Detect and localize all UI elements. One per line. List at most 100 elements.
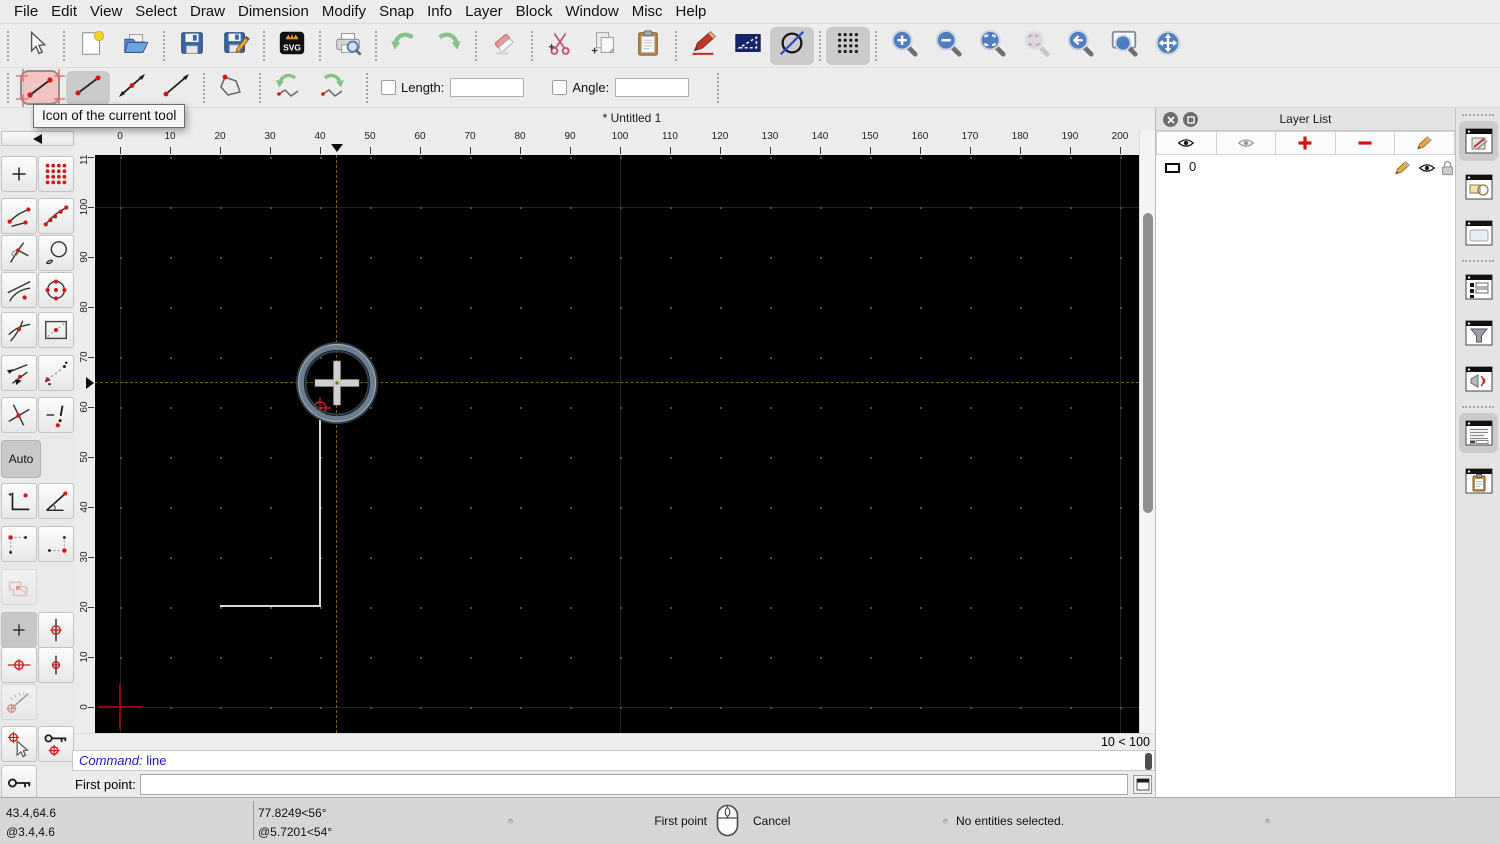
point-order-12-button[interactable]	[1, 526, 37, 562]
crossed-lines-snap-button[interactable]	[1, 397, 37, 433]
snap-auto-button[interactable]: Auto	[1, 440, 41, 478]
paste-button[interactable]	[626, 27, 670, 65]
show-all-layers-button[interactable]	[1156, 131, 1217, 155]
hide-all-layers-button[interactable]	[1216, 131, 1277, 155]
menu-item-edit[interactable]: Edit	[51, 3, 77, 20]
menu-item-layer[interactable]: Layer	[465, 3, 503, 20]
edit-layer-button[interactable]	[1395, 131, 1455, 155]
delete-button[interactable]	[482, 27, 526, 65]
block-list-widget-button[interactable]	[1459, 167, 1498, 207]
zoom-in-button[interactable]	[882, 27, 926, 65]
menu-item-dimension[interactable]: Dimension	[238, 3, 309, 20]
highlight-entity-button[interactable]	[1, 569, 37, 605]
zoom-selection-button[interactable]	[1014, 27, 1058, 65]
snap-center-button[interactable]	[38, 235, 74, 271]
drawing-options-button[interactable]	[726, 27, 770, 65]
layer-edit-icon[interactable]	[1394, 160, 1411, 176]
pan-button[interactable]	[1146, 27, 1190, 65]
snap-free-button[interactable]	[1, 156, 37, 192]
relative-zero-horizontal-button[interactable]	[1, 647, 37, 683]
line-two-points-button[interactable]	[66, 70, 110, 105]
polyline-undo-button[interactable]	[266, 71, 310, 105]
snap-quadrant-button[interactable]	[38, 272, 74, 308]
zoom-out-button[interactable]	[926, 27, 970, 65]
menu-item-select[interactable]: Select	[135, 3, 177, 20]
snap-middle-button[interactable]	[38, 312, 74, 348]
draft-mode-button[interactable]	[770, 26, 814, 65]
pen-options-button[interactable]	[682, 27, 726, 65]
redo-button[interactable]	[426, 27, 470, 65]
polyline-button[interactable]	[210, 71, 254, 105]
line-exclamation-button[interactable]	[38, 397, 74, 433]
menu-item-info[interactable]: Info	[427, 3, 452, 20]
snap-grid-button[interactable]	[38, 156, 74, 192]
menu-item-draw[interactable]: Draw	[190, 3, 225, 20]
library-widget-button[interactable]	[1459, 213, 1498, 253]
point-order-21-button[interactable]	[38, 526, 74, 562]
polyline-redo-button[interactable]	[310, 71, 354, 105]
layer-row[interactable]: 0	[1156, 157, 1455, 179]
set-relative-zero-button[interactable]	[38, 612, 74, 648]
coordinates-cartesian-button[interactable]	[1, 483, 37, 519]
menu-item-block[interactable]: Block	[516, 3, 553, 20]
new-document-button[interactable]	[70, 27, 114, 65]
lock-relative-zero-button[interactable]	[38, 726, 74, 762]
entity-list-widget-button[interactable]	[1459, 267, 1498, 307]
close-panel-button[interactable]	[1163, 112, 1178, 127]
menu-item-snap[interactable]: Snap	[379, 3, 414, 20]
open-file-button[interactable]	[114, 27, 158, 65]
drawing-canvas[interactable]	[95, 155, 1139, 733]
vertical-scrollbar[interactable]	[1139, 130, 1155, 733]
relative-zero-plus-button[interactable]	[1, 612, 37, 648]
menu-item-help[interactable]: Help	[676, 3, 707, 20]
cursor-tool-button[interactable]	[14, 27, 58, 65]
zoom-previous-button[interactable]	[1058, 27, 1102, 65]
sidebar-back-button[interactable]	[1, 131, 74, 146]
angle-gauge-button[interactable]	[1, 684, 37, 720]
add-layer-button[interactable]	[1276, 131, 1336, 155]
menu-item-view[interactable]: View	[90, 3, 122, 20]
angle-input[interactable]	[615, 78, 690, 97]
layer-lock-icon[interactable]	[1441, 160, 1454, 176]
remove-layer-button[interactable]	[1335, 131, 1396, 155]
save-as-button[interactable]	[214, 27, 258, 65]
line-angle-button[interactable]	[110, 71, 154, 105]
command-widget-button[interactable]	[1459, 359, 1498, 399]
snap-endpoints-button[interactable]	[1, 198, 37, 234]
clipboard-widget-button[interactable]	[1459, 461, 1498, 501]
menu-item-modify[interactable]: Modify	[322, 3, 366, 20]
layer-visibility-icon[interactable]	[1418, 161, 1436, 175]
undo-button[interactable]	[382, 27, 426, 65]
menu-item-file[interactable]: File	[14, 3, 38, 20]
line-horizontal-button[interactable]	[154, 71, 198, 105]
restrict-order-button[interactable]	[38, 355, 74, 391]
save-button[interactable]	[170, 27, 214, 65]
length-checkbox[interactable]	[381, 80, 396, 95]
relative-zero-small-button[interactable]	[38, 647, 74, 683]
layer-list-widget-button[interactable]	[1459, 121, 1498, 161]
menu-item-misc[interactable]: Misc	[632, 3, 663, 20]
undock-panel-button[interactable]	[1183, 112, 1198, 127]
length-input[interactable]	[450, 78, 525, 97]
command-line-widget-button[interactable]	[1459, 413, 1498, 453]
menu-item-window[interactable]: Window	[565, 3, 618, 20]
grid-toggle-button[interactable]	[826, 26, 870, 65]
command-history-scrollbar[interactable]	[1145, 753, 1152, 770]
snap-on-entity-button[interactable]	[38, 198, 74, 234]
command-input[interactable]	[140, 774, 1128, 795]
zoom-window-button[interactable]	[1102, 27, 1146, 65]
angle-checkbox[interactable]	[552, 80, 568, 95]
pick-reference-point-button[interactable]	[1, 726, 37, 762]
coordinates-polar-button[interactable]	[38, 483, 74, 519]
svg-export-button[interactable]: SVG	[270, 27, 314, 65]
vertical-scrollbar-thumb[interactable]	[1143, 213, 1153, 513]
layer-color-swatch[interactable]	[1165, 163, 1180, 173]
snap-tangent-button[interactable]	[1, 272, 37, 308]
filter-widget-button[interactable]	[1459, 313, 1498, 353]
snap-perpendicular-button[interactable]	[1, 235, 37, 271]
command-history-scrollbar-thumb[interactable]	[1145, 753, 1152, 770]
snap-intersection-button[interactable]	[1, 312, 37, 348]
unlock-relative-zero-button[interactable]	[1, 765, 37, 801]
print-preview-button[interactable]	[326, 27, 370, 65]
copy-button[interactable]	[582, 27, 626, 65]
